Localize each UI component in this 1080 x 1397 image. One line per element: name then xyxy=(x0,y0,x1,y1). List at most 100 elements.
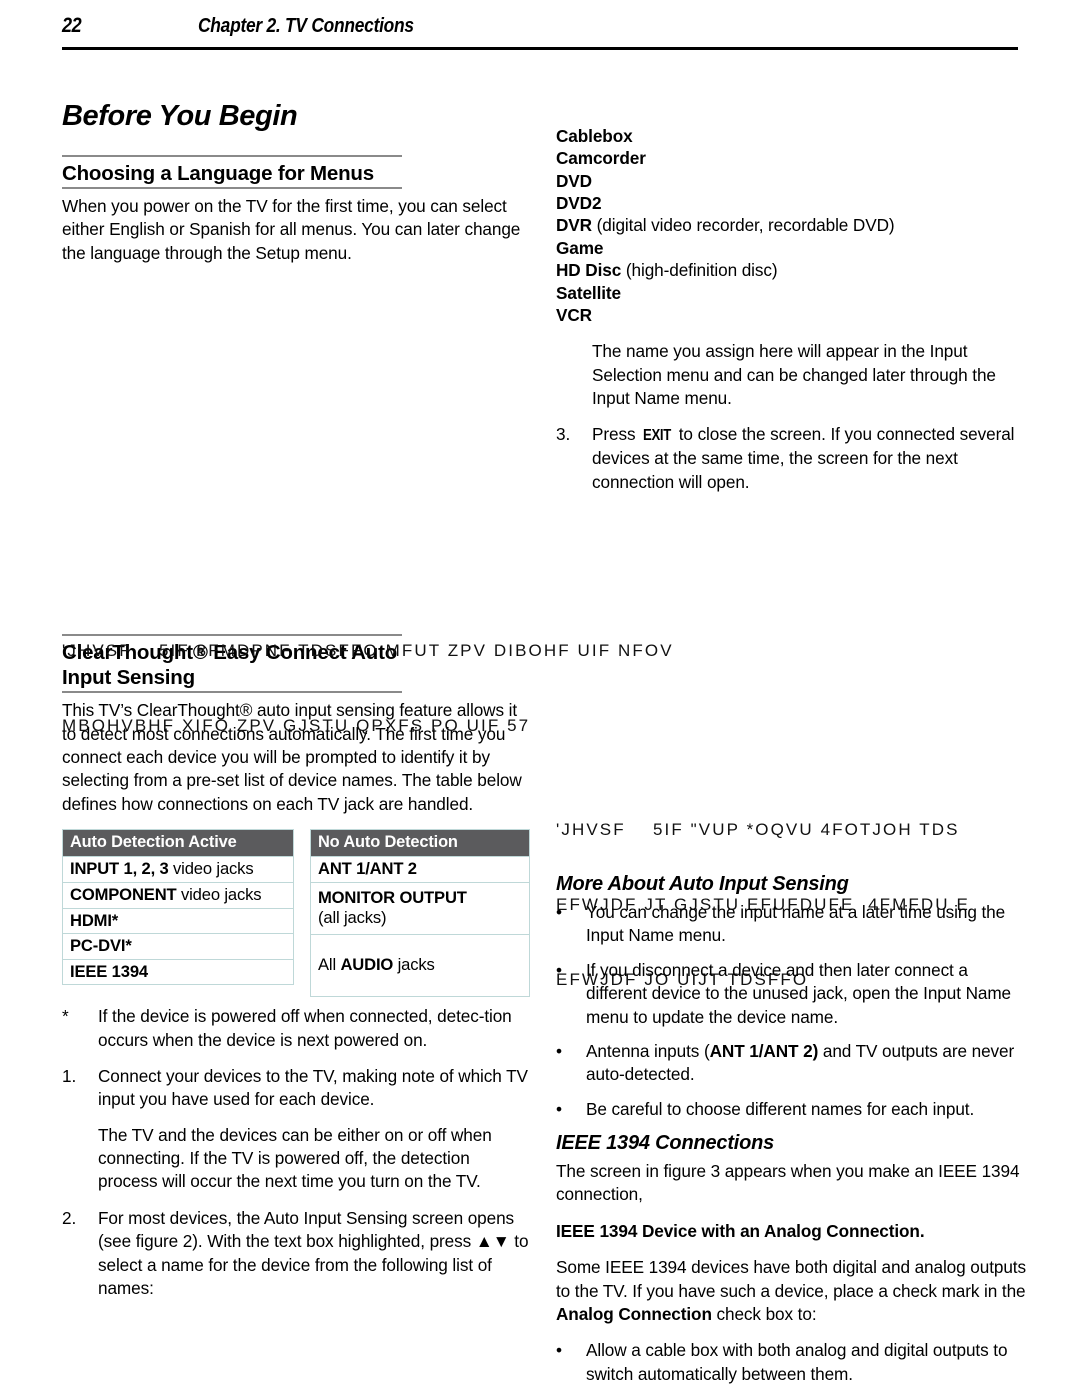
right-column: Cablebox Camcorder DVD DVD2 DVR (digital… xyxy=(556,125,1026,1397)
heading-text: Choosing a Language for Menus xyxy=(62,162,374,185)
device-name: Cablebox xyxy=(556,126,633,146)
list-item: DVD2 xyxy=(556,192,1026,214)
figure-2-area xyxy=(556,507,1026,873)
cell-bold-1: ANT 1/ANT 2 xyxy=(318,859,417,879)
table-cell: INPUT 1, 2, 3 video jacks xyxy=(62,856,294,884)
para-post: check box to: xyxy=(711,1304,817,1325)
page-number: 22 xyxy=(62,14,82,37)
device-desc: (digital video recorder, recordable DVD) xyxy=(592,215,895,236)
step-marker: 1. xyxy=(62,1065,77,1086)
table-row: IEEE 1394 xyxy=(62,958,294,986)
paragraph-name-assign: The name you assign here will appear in … xyxy=(592,341,996,409)
table-cell: IEEE 1394 xyxy=(62,958,294,986)
step-item: 1. Connect your devices to the TV, makin… xyxy=(62,1065,530,1194)
cell-bold-1: IEEE 1394 xyxy=(70,961,148,981)
table-cell: ANT 1/ANT 2 xyxy=(310,856,530,884)
bullet-item: • Allow a cable box with both analog and… xyxy=(556,1339,1026,1386)
lead-bold-text: IEEE 1394 Device with an Analog Connecti… xyxy=(556,1220,925,1241)
step-body: Connect your devices to the TV, making n… xyxy=(98,1065,530,1194)
paragraph-choosing-language: When you power on the TV for the first t… xyxy=(62,196,521,263)
list-item: Camcorder xyxy=(556,147,1026,169)
table-row: PC-DVI* xyxy=(62,933,294,960)
list-item: DVD xyxy=(556,170,1026,192)
bullet-item: • If you disconnect a device and then la… xyxy=(556,959,1026,1029)
bullet-text: Allow a cable box with both analog and d… xyxy=(586,1340,1008,1384)
step-marker: 2. xyxy=(62,1207,77,1228)
bullet-text-pre: Antenna inputs ( xyxy=(586,1040,710,1061)
paragraph-ieee-analog-lead: IEEE 1394 Device with an Analog Connecti… xyxy=(556,1220,1026,1243)
table-row: ANT 1/ANT 2 xyxy=(310,856,530,884)
cell-bold-1: COMPONENT xyxy=(70,885,177,905)
device-name: VCR xyxy=(556,304,592,325)
table-header-row: No Auto Detection xyxy=(310,829,530,858)
heading-more-about-auto-input-sensing: More About Auto Input Sensing xyxy=(556,872,849,895)
header-rule xyxy=(62,47,1018,50)
table-header-row: Auto Detection Active xyxy=(62,829,294,858)
step-body: For most devices, the Auto Input Sensing… xyxy=(98,1207,530,1301)
list-item: Satellite xyxy=(556,282,1026,304)
table-row: All AUDIO jacks xyxy=(310,934,530,998)
table-cell: MONITOR OUTPUT (all jacks) xyxy=(310,882,530,936)
cell-bold-1: AUDIO xyxy=(340,955,394,975)
list-item: Cablebox xyxy=(556,125,1026,147)
cell-bold-1: PC-DVI* xyxy=(70,936,132,956)
step-item-3: 3. Press EXIT to close the screen. If yo… xyxy=(556,423,1026,494)
device-name: DVR xyxy=(556,215,592,236)
cell-bold-1: MONITOR OUTPUT xyxy=(318,888,467,908)
cell-bold-2: , 2, 3 xyxy=(132,859,169,879)
para-bold: Analog Connection xyxy=(556,1304,712,1325)
bullet-marker: • xyxy=(556,959,563,980)
cell-bold-1: INPUT 1 xyxy=(70,859,133,879)
bullet-text: Be careful to choose different names for… xyxy=(586,1098,975,1119)
figure-1-area xyxy=(62,278,530,634)
bullet-text-bold: ANT 1/ANT 2) xyxy=(709,1040,819,1061)
footnote-row: * If the device is powered off when conn… xyxy=(62,1005,530,1052)
device-name: Camcorder xyxy=(556,148,646,169)
jack-detection-tables: Auto Detection Active INPUT 1, 2, 3 vide… xyxy=(62,829,530,998)
cell-rest: (all jacks) xyxy=(318,908,387,928)
table-row: HDMI* xyxy=(62,907,294,935)
page-title: Before You Begin xyxy=(62,100,298,132)
step-body: Press EXIT to close the screen. If you c… xyxy=(592,423,1026,494)
footnote-text: If the device is powered off when connec… xyxy=(98,1006,512,1050)
document-page: 22 Chapter 2. TV Connections Before You … xyxy=(0,0,1080,1397)
heading-ieee-1394-connections: IEEE 1394 Connections xyxy=(556,1132,775,1155)
table-header-cell: No Auto Detection xyxy=(310,829,530,858)
list-item: VCR xyxy=(556,304,1026,326)
bullet-marker: • xyxy=(556,901,563,922)
cell-rest: jacks xyxy=(393,955,435,975)
table-cell: COMPONENT video jacks xyxy=(62,882,294,909)
step-marker: 3. xyxy=(556,424,571,445)
bullet-marker: • xyxy=(556,1340,563,1361)
cell-bold-1: HDMI* xyxy=(70,910,119,930)
cell-rest: video jacks xyxy=(168,859,254,879)
table-row: MONITOR OUTPUT (all jacks) xyxy=(310,882,530,936)
bullet-marker: • xyxy=(556,1098,563,1119)
device-name: DVD xyxy=(556,170,592,191)
table-row: INPUT 1, 2, 3 video jacks xyxy=(62,856,294,884)
table-cell: PC-DVI* xyxy=(62,933,294,960)
footnote-marker: * xyxy=(62,1006,69,1027)
bullet-marker: • xyxy=(556,1040,563,1061)
table-cell: All AUDIO jacks xyxy=(310,934,530,998)
running-header: 22 Chapter 2. TV Connections xyxy=(62,14,1018,52)
list-item: DVR (digital video recorder, recordable … xyxy=(556,214,1026,236)
step-paragraph: Connect your devices to the TV, making n… xyxy=(98,1065,528,1110)
paragraph-ieee-intro: The screen in figure 3 appears when you … xyxy=(556,1161,1020,1205)
bullet-text: Antenna inputs (ANT 1/ANT 2) and TV outp… xyxy=(586,1040,1026,1087)
chapter-title: Chapter 2. TV Connections xyxy=(198,15,414,37)
para-pre: Some IEEE 1394 devices have both digital… xyxy=(556,1257,1026,1301)
paragraph-ieee-analog: Some IEEE 1394 devices have both digital… xyxy=(556,1256,1026,1326)
bullet-item: • Be careful to choose different names f… xyxy=(556,1098,1026,1121)
steps-list: 1. Connect your devices to the TV, makin… xyxy=(62,1065,530,1301)
table-row: COMPONENT video jacks xyxy=(62,882,294,909)
step-item: 2. For most devices, the Auto Input Sens… xyxy=(62,1207,530,1301)
table-header-cell: Auto Detection Active xyxy=(62,829,294,858)
device-desc: (high-definition disc) xyxy=(621,260,778,281)
more-about-bullets: • You can change the input name at a lat… xyxy=(556,901,1026,1121)
bullet-text: If you disconnect a device and then late… xyxy=(586,959,1012,1027)
bullet-item: • You can change the input name at a lat… xyxy=(556,901,1026,948)
cell-pre: All xyxy=(318,955,341,975)
device-name: HD Disc xyxy=(556,260,622,281)
device-name-list: Cablebox Camcorder DVD DVD2 DVR (digital… xyxy=(556,125,1026,326)
